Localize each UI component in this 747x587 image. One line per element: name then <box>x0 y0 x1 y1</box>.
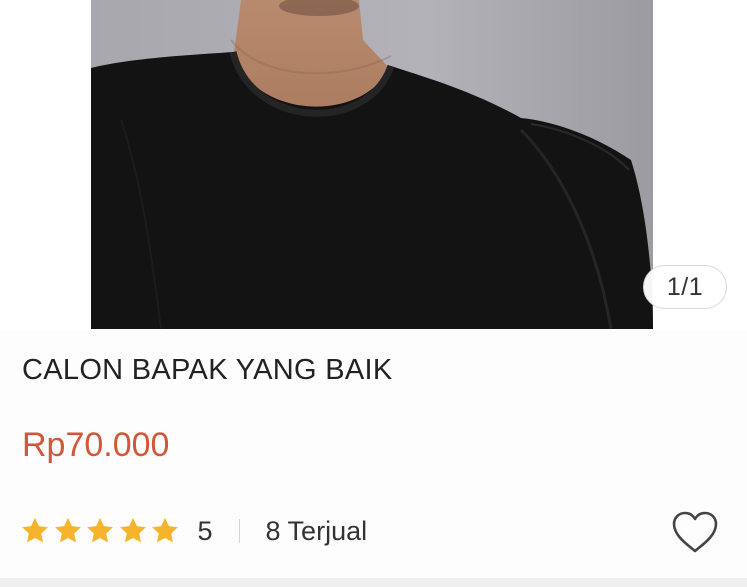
sold-count: 8 Terjual <box>265 515 368 546</box>
meta-divider <box>238 519 240 543</box>
wishlist-button[interactable] <box>670 509 720 555</box>
rating-value: 5 <box>197 515 213 546</box>
star-icon <box>53 516 83 546</box>
heart-outline-icon <box>672 511 718 553</box>
product-detail-page: 1/1 CALON BAPAK YANG BAIK Rp70.000 5 8 T… <box>0 0 747 587</box>
section-separator <box>0 578 747 587</box>
product-photo[interactable] <box>91 0 653 329</box>
product-image-gallery[interactable]: 1/1 <box>0 0 747 330</box>
star-icon <box>150 516 180 546</box>
image-counter-badge: 1/1 <box>643 265 727 309</box>
star-icon <box>118 516 148 546</box>
rating-stars <box>20 516 183 546</box>
product-photo-illustration <box>91 0 653 329</box>
product-price: Rp70.000 <box>22 426 170 464</box>
product-title: CALON BAPAK YANG BAIK <box>22 354 393 386</box>
star-icon <box>85 516 115 546</box>
rating-sold-row: 5 8 Terjual <box>20 512 367 550</box>
star-icon <box>20 516 50 546</box>
